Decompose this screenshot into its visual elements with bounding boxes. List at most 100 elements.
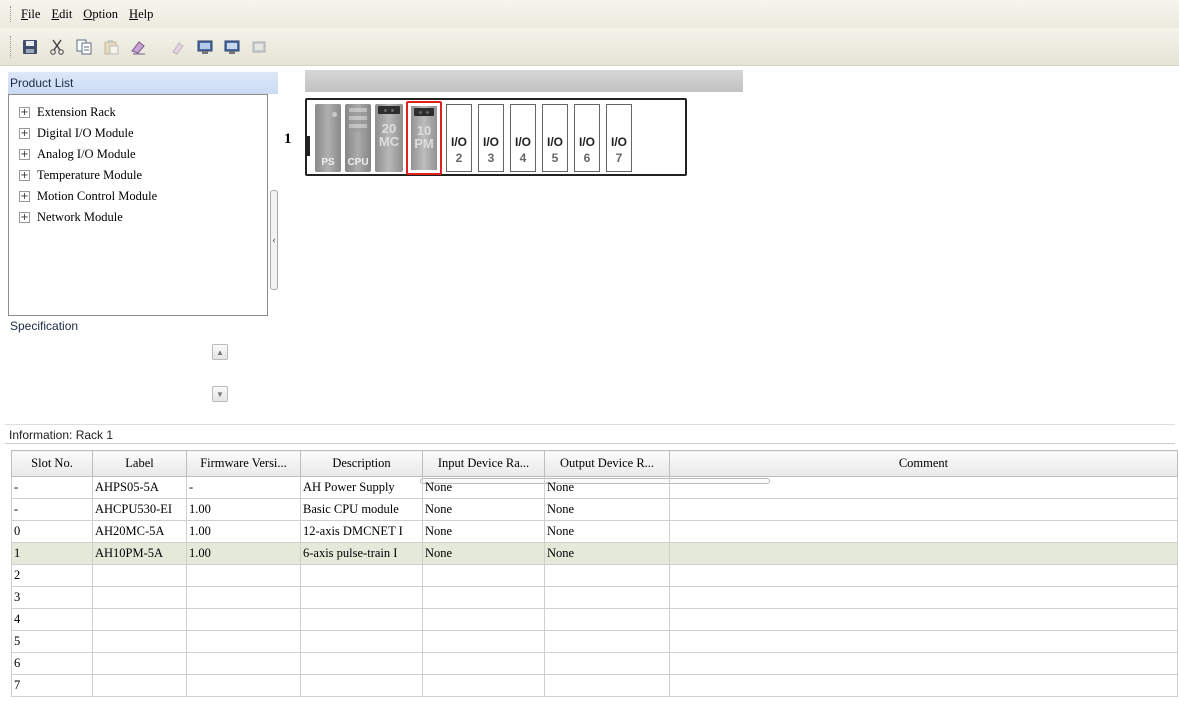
cell-comment[interactable]	[669, 586, 1178, 609]
product-list-tree[interactable]: + Extension Rack + Digital I/O Module + …	[8, 94, 268, 316]
cell-label[interactable]: AHCPU530-EI	[92, 498, 187, 521]
cell-firmware-version[interactable]	[186, 630, 301, 653]
tree-item-digital-io-module[interactable]: + Digital I/O Module	[9, 123, 267, 144]
cell-description[interactable]	[300, 674, 423, 697]
cell-comment[interactable]	[669, 476, 1178, 499]
cell-firmware-version[interactable]: 1.00	[186, 542, 301, 565]
cell-firmware-version[interactable]	[186, 564, 301, 587]
cell-output-device-range[interactable]	[544, 630, 670, 653]
tree-item-analog-io-module[interactable]: + Analog I/O Module	[9, 144, 267, 165]
cell-slot-no[interactable]: 0	[11, 520, 93, 543]
table-row[interactable]: 6	[11, 652, 1178, 675]
column-header-description[interactable]: Description	[300, 450, 423, 477]
cell-label[interactable]: AH20MC-5A	[92, 520, 187, 543]
scroll-up-button[interactable]: ▲	[212, 344, 228, 360]
table-row[interactable]: 3	[11, 586, 1178, 609]
delete-icon[interactable]	[127, 36, 149, 58]
cell-slot-no[interactable]: 7	[11, 674, 93, 697]
table-row[interactable]: 1 AH10PM-5A 1.00 6-axis pulse-train I None No…	[11, 542, 1178, 565]
cell-output-device-range[interactable]	[544, 586, 670, 609]
module-10pm-selected[interactable]: 10 PM	[406, 101, 442, 175]
cell-firmware-version[interactable]	[186, 586, 301, 609]
cell-slot-no[interactable]: 5	[11, 630, 93, 653]
cell-slot-no[interactable]: -	[11, 476, 93, 499]
column-header-comment[interactable]: Comment	[669, 450, 1178, 477]
column-header-slot-no[interactable]: Slot No.	[11, 450, 93, 477]
cell-output-device-range[interactable]: None	[544, 498, 670, 521]
tree-item-temperature-module[interactable]: + Temperature Module	[9, 165, 267, 186]
tree-item-extension-rack[interactable]: + Extension Rack	[9, 102, 267, 123]
cell-firmware-version[interactable]: 1.00	[186, 520, 301, 543]
io-slot-3[interactable]: I/O 3	[478, 104, 504, 172]
expand-plus-icon[interactable]: +	[19, 128, 30, 139]
cell-description[interactable]: AH Power Supply	[300, 476, 423, 499]
cell-input-device-range[interactable]: None	[422, 520, 545, 543]
tree-item-network-module[interactable]: + Network Module	[9, 207, 267, 228]
menu-edit[interactable]: Edit	[51, 7, 72, 22]
io-slot-2[interactable]: I/O 2	[446, 104, 472, 172]
cell-label[interactable]	[92, 608, 187, 631]
cell-comment[interactable]	[669, 564, 1178, 587]
cut-icon[interactable]	[46, 36, 68, 58]
module-ps[interactable]: PS	[315, 104, 341, 172]
scroll-down-button[interactable]: ▼	[212, 386, 228, 402]
cell-input-device-range[interactable]	[422, 564, 545, 587]
column-header-label[interactable]: Label	[92, 450, 187, 477]
cell-description[interactable]: 12-axis DMCNET I	[300, 520, 423, 543]
module-20mc[interactable]: 20 MC	[375, 104, 403, 172]
cell-input-device-range[interactable]	[422, 608, 545, 631]
table-row[interactable]: 7	[11, 674, 1178, 697]
cell-label[interactable]	[92, 630, 187, 653]
cell-slot-no[interactable]: 6	[11, 652, 93, 675]
cell-firmware-version[interactable]: 1.00	[186, 498, 301, 521]
undo-icon[interactable]	[167, 36, 189, 58]
save-icon[interactable]	[19, 36, 41, 58]
column-header-input-device-range[interactable]: Input Device Ra...	[422, 450, 545, 477]
io-slot-4[interactable]: I/O 4	[510, 104, 536, 172]
cell-firmware-version[interactable]	[186, 608, 301, 631]
cell-input-device-range[interactable]	[422, 586, 545, 609]
cell-label[interactable]	[92, 586, 187, 609]
download-icon[interactable]	[221, 36, 243, 58]
cell-comment[interactable]	[669, 674, 1178, 697]
cell-comment[interactable]	[669, 608, 1178, 631]
cell-description[interactable]	[300, 564, 423, 587]
cell-description[interactable]: Basic CPU module	[300, 498, 423, 521]
io-slot-6[interactable]: I/O 6	[574, 104, 600, 172]
io-slot-5[interactable]: I/O 5	[542, 104, 568, 172]
cell-description[interactable]	[300, 652, 423, 675]
cell-input-device-range[interactable]	[422, 652, 545, 675]
cell-firmware-version[interactable]: -	[186, 476, 301, 499]
table-row[interactable]: 0 AH20MC-5A 1.00 12-axis DMCNET I None None	[11, 520, 1178, 543]
cell-slot-no[interactable]: 2	[11, 564, 93, 587]
cell-output-device-range[interactable]	[544, 564, 670, 587]
cell-output-device-range[interactable]	[544, 674, 670, 697]
cell-output-device-range[interactable]	[544, 652, 670, 675]
cell-input-device-range[interactable]: None	[422, 542, 545, 565]
expand-plus-icon[interactable]: +	[19, 149, 30, 160]
cell-slot-no[interactable]: 1	[11, 542, 93, 565]
expand-plus-icon[interactable]: +	[19, 191, 30, 202]
table-row[interactable]: 4	[11, 608, 1178, 631]
column-header-firmware-version[interactable]: Firmware Versi...	[186, 450, 301, 477]
cell-input-device-range[interactable]: None	[422, 476, 545, 499]
cell-label[interactable]: AH10PM-5A	[92, 542, 187, 565]
copy-icon[interactable]	[73, 36, 95, 58]
upload-icon[interactable]	[194, 36, 216, 58]
compare-icon[interactable]	[248, 36, 270, 58]
expand-plus-icon[interactable]: +	[19, 212, 30, 223]
cell-label[interactable]: AHPS05-5A	[92, 476, 187, 499]
cell-description[interactable]: 6-axis pulse-train I	[300, 542, 423, 565]
table-row[interactable]: 2	[11, 564, 1178, 587]
cell-label[interactable]	[92, 652, 187, 675]
tree-item-motion-control-module[interactable]: + Motion Control Module	[9, 186, 267, 207]
table-row[interactable]: - AHPS05-5A - AH Power Supply None None	[11, 476, 1178, 499]
menu-help[interactable]: Help	[129, 7, 153, 22]
cell-slot-no[interactable]: 3	[11, 586, 93, 609]
cell-comment[interactable]	[669, 652, 1178, 675]
column-header-output-device-range[interactable]: Output Device R...	[544, 450, 670, 477]
expand-plus-icon[interactable]: +	[19, 107, 30, 118]
cell-description[interactable]	[300, 608, 423, 631]
cell-output-device-range[interactable]: None	[544, 520, 670, 543]
cell-output-device-range[interactable]	[544, 608, 670, 631]
